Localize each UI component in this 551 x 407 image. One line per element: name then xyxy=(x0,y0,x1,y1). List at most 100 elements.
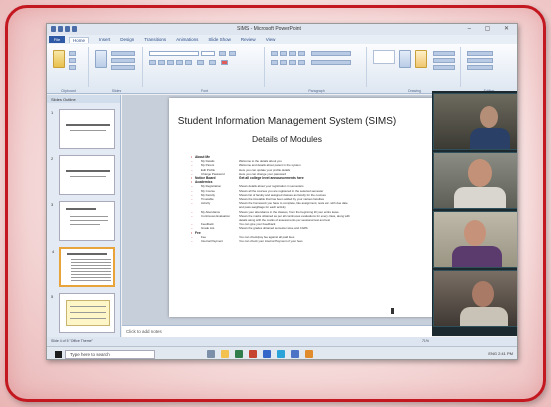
video-tile[interactable] xyxy=(433,270,517,327)
module-list[interactable]: • About Me – My Details Welcome to the detai… xyxy=(191,155,441,243)
slide-title[interactable]: Student Information Management System (S… xyxy=(169,116,405,127)
ribbon-group-editing: Editing xyxy=(463,47,515,93)
screenshot-window: SIMS - Microsoft PowerPoint – ▢ ✕ File H… xyxy=(46,23,518,360)
quick-access-toolbar[interactable] xyxy=(51,26,77,32)
bullets-icon[interactable] xyxy=(271,51,278,56)
quick-styles-icon[interactable] xyxy=(415,50,427,68)
tab-review[interactable]: Review xyxy=(241,37,256,42)
window-controls[interactable]: – ▢ ✕ xyxy=(468,25,515,32)
file-explorer-icon[interactable] xyxy=(221,350,229,358)
new-slide-icon[interactable] xyxy=(95,50,107,68)
italic-icon[interactable] xyxy=(158,60,165,65)
video-call-panel xyxy=(432,91,517,336)
ribbon: Clipboard Slides Font Paragraph Drawing xyxy=(47,44,517,94)
ribbon-group-label: Slides xyxy=(111,89,122,93)
shrink-font-icon[interactable] xyxy=(229,51,236,56)
powerpoint-icon[interactable] xyxy=(249,350,257,358)
spacing-icon[interactable] xyxy=(197,60,204,65)
tab-home[interactable]: Home xyxy=(69,36,90,43)
strikethrough-icon[interactable] xyxy=(176,60,183,65)
module-name: Internal Payment xyxy=(201,239,223,244)
text-direction-button[interactable] xyxy=(311,51,351,56)
task-view-icon[interactable] xyxy=(207,350,215,358)
format-painter-icon[interactable] xyxy=(69,65,76,70)
slide-thumbnail-pane: Slides Outline 1 2 3 4 5 xyxy=(47,95,121,347)
file-tab[interactable]: File xyxy=(49,36,65,43)
status-text: Slide 4 of 5 "Office Theme" xyxy=(51,339,93,343)
ribbon-group-paragraph: Paragraph xyxy=(267,47,367,93)
slide-thumbnail[interactable]: 5 xyxy=(51,293,115,333)
replace-button[interactable] xyxy=(467,58,493,63)
increase-indent-icon[interactable] xyxy=(298,51,305,56)
pane-tabs[interactable]: Slides Outline xyxy=(47,95,120,103)
find-button[interactable] xyxy=(467,51,493,56)
font-size-select[interactable] xyxy=(201,51,215,56)
smartart-button[interactable] xyxy=(311,60,351,65)
slide-canvas[interactable]: Student Information Management System (S… xyxy=(169,98,455,317)
slide-thumbnail[interactable]: 3 xyxy=(51,201,115,241)
taskbar-search-input[interactable]: Type here to search xyxy=(65,350,155,359)
meeting-app-icon[interactable] xyxy=(291,350,299,358)
slide-number: 2 xyxy=(51,156,54,161)
tab-animations[interactable]: Animations xyxy=(176,37,198,42)
notes-pane[interactable]: Click to add notes xyxy=(122,325,432,337)
tab-insert[interactable]: Insert xyxy=(99,37,110,42)
reset-button[interactable] xyxy=(111,58,135,63)
video-tile[interactable] xyxy=(433,211,517,268)
font-color-icon[interactable] xyxy=(221,60,228,65)
system-tray-clock[interactable]: ENG 2:41 PM xyxy=(488,351,513,356)
participant-face xyxy=(480,106,498,128)
video-tile[interactable] xyxy=(433,93,517,150)
slide-thumbnail-selected[interactable]: 4 xyxy=(52,247,115,287)
participant-body xyxy=(454,187,506,208)
ribbon-group-slides: Slides xyxy=(91,47,143,93)
title-bar: SIMS - Microsoft PowerPoint – ▢ ✕ xyxy=(47,24,517,35)
font-name-select[interactable] xyxy=(149,51,199,56)
module-item: – Internal Payment You can check your inte… xyxy=(191,239,441,243)
tab-slideshow[interactable]: Slide Show xyxy=(208,37,231,42)
module-description: You can check your internal Payment of y… xyxy=(239,239,303,244)
browser-icon[interactable] xyxy=(277,350,285,358)
align-right-icon[interactable] xyxy=(289,60,296,65)
slide-subtitle[interactable]: Details of Modules xyxy=(169,134,405,144)
word-icon[interactable] xyxy=(263,350,271,358)
arrange-icon[interactable] xyxy=(399,50,411,68)
align-left-icon[interactable] xyxy=(271,60,278,65)
underline-icon[interactable] xyxy=(167,60,174,65)
cut-icon[interactable] xyxy=(69,51,76,56)
shadow-icon[interactable] xyxy=(185,60,192,65)
numbering-icon[interactable] xyxy=(280,51,287,56)
bold-icon[interactable] xyxy=(149,60,156,65)
start-button-icon[interactable] xyxy=(55,351,62,358)
slide-number: 5 xyxy=(51,294,54,299)
tab-view[interactable]: View xyxy=(266,37,276,42)
layout-button[interactable] xyxy=(111,51,135,56)
shape-outline-button[interactable] xyxy=(433,58,455,63)
ribbon-group-label: Clipboard xyxy=(61,89,76,93)
shape-effects-button[interactable] xyxy=(433,65,455,70)
participant-body xyxy=(452,246,502,267)
excel-icon[interactable] xyxy=(235,350,243,358)
tab-transitions[interactable]: Transitions xyxy=(144,37,166,42)
slide-thumbnail[interactable]: 2 xyxy=(51,155,115,195)
participant-face xyxy=(464,220,486,246)
justify-icon[interactable] xyxy=(298,60,305,65)
shape-fill-button[interactable] xyxy=(433,51,455,56)
slide-thumbnail[interactable]: 1 xyxy=(51,109,115,149)
video-tile[interactable] xyxy=(433,152,517,209)
grow-font-icon[interactable] xyxy=(219,51,226,56)
shapes-gallery[interactable] xyxy=(373,50,395,64)
decrease-indent-icon[interactable] xyxy=(289,51,296,56)
slide-number: 4 xyxy=(52,249,55,254)
paste-icon[interactable] xyxy=(53,50,65,68)
align-center-icon[interactable] xyxy=(280,60,287,65)
copy-icon[interactable] xyxy=(69,58,76,63)
section-button[interactable] xyxy=(111,65,135,70)
window-title: SIMS - Microsoft PowerPoint xyxy=(237,26,301,32)
chrome-icon[interactable] xyxy=(305,350,313,358)
tab-design[interactable]: Design xyxy=(120,37,134,42)
select-button[interactable] xyxy=(467,65,493,70)
zoom-level[interactable]: 71% xyxy=(422,339,429,343)
windows-taskbar: Type here to search ENG 2:41 PM xyxy=(47,346,517,359)
case-icon[interactable] xyxy=(209,60,216,65)
